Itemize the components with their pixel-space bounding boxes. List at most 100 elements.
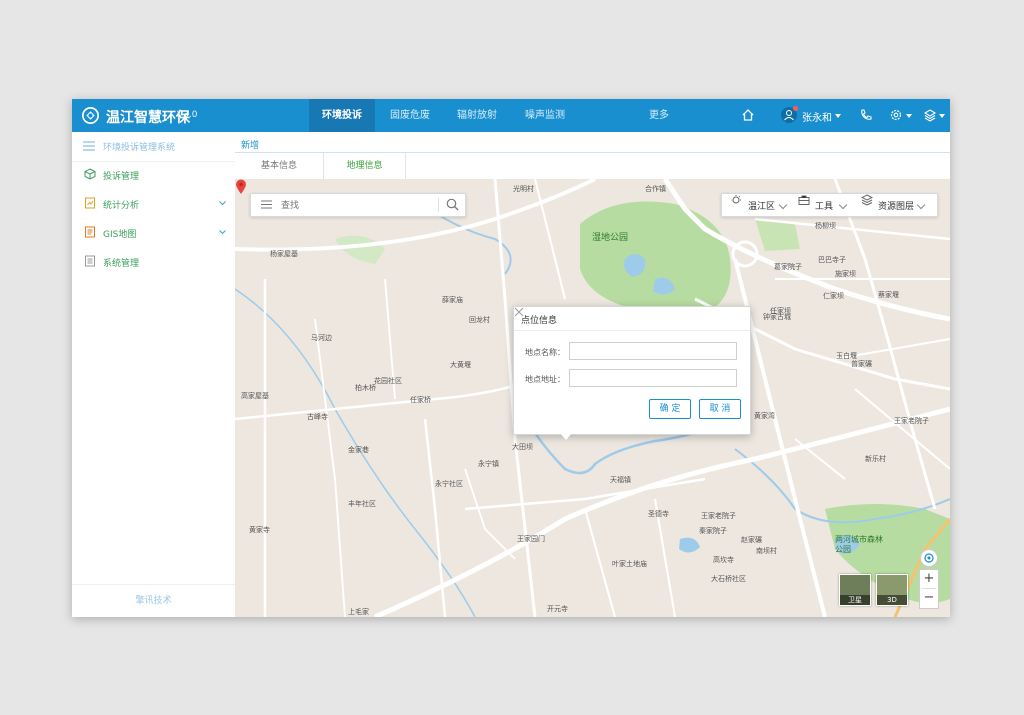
top-navbar: 温江智慧环保 V3.0 环境投诉 固废危废 辐射放射 噪声监测 更多 张永和 [72, 99, 950, 132]
3d-label: 3D [877, 595, 907, 605]
sidebar-item-gis-map[interactable]: GIS地图 [72, 219, 235, 247]
map-label: 赵家碾 [741, 536, 762, 544]
sidebar-header: 环境投诉管理系统 [72, 132, 235, 162]
address-label: 地点地址： [525, 375, 565, 384]
nav-tab-waste[interactable]: 固废危废 [377, 99, 443, 132]
chevron-down-icon[interactable] [778, 200, 788, 210]
sidebar-item-system[interactable]: 系统管理 [72, 248, 235, 276]
settings-caret-icon[interactable] [906, 114, 912, 118]
cancel-button[interactable]: 取 消 [699, 399, 741, 419]
app-window: 温江智慧环保 V3.0 环境投诉 固废危废 辐射放射 噪声监测 更多 张永和 环… [72, 99, 950, 617]
map-label: 黄家寺 [249, 526, 270, 534]
phone-icon[interactable] [859, 108, 873, 122]
toolbox-icon [798, 195, 810, 205]
map-label: 王家园门 [517, 535, 545, 543]
app-version: V3.0 [177, 110, 198, 120]
map-label: 叶家土地庙 [612, 560, 647, 568]
map-label: 合作镇 [645, 185, 666, 193]
breadcrumb: 新增 [241, 141, 260, 151]
map-label: 杨柳坝 [815, 222, 836, 230]
map-label: 光明村 [513, 185, 534, 193]
sidebar-item-label: 投诉管理 [103, 172, 140, 182]
chevron-down-icon [219, 201, 226, 206]
home-icon[interactable] [741, 108, 755, 122]
menu-icon[interactable] [261, 200, 272, 209]
map-label: 黄家湾 [754, 412, 775, 420]
map-label: 永宁社区 [435, 480, 463, 488]
map-label: 上毛家 [348, 608, 369, 616]
tab-geo-info[interactable]: 地理信息 [324, 153, 406, 180]
map-label: 曾家碾 [851, 360, 872, 368]
nav-tab-more[interactable]: 更多 [626, 99, 692, 132]
tab-basic-info[interactable]: 基本信息 [235, 153, 324, 179]
map-label: 王家老院子 [894, 417, 929, 425]
sidebar-item-statistics[interactable]: 统计分析 [72, 190, 235, 218]
map-label: 蔡家堰 [878, 291, 899, 299]
dialog-pointer [560, 433, 572, 440]
layers-caret-icon[interactable] [939, 114, 945, 118]
chevron-down-icon[interactable] [838, 200, 848, 210]
sidebar-item-complaints[interactable]: 投诉管理 [72, 161, 235, 189]
map-label: 葛家院子 [774, 263, 802, 271]
map-label: 钟家古城 [763, 313, 791, 321]
zoom-out-button[interactable]: − [920, 589, 938, 607]
map-label: 柏木桥 [355, 384, 376, 392]
name-label: 地点名称： [525, 348, 565, 357]
nav-tab-radiation[interactable]: 辐射放射 [444, 99, 510, 132]
map-label: 施家坝 [835, 270, 856, 278]
map-doc-icon [85, 226, 95, 238]
weather-icon [731, 195, 741, 204]
nav-tab-noise[interactable]: 噪声监测 [512, 99, 578, 132]
map-label: 大黄堰 [450, 361, 471, 369]
user-name[interactable]: 张永和 [802, 109, 832, 124]
user-caret-icon[interactable] [835, 114, 841, 118]
map-view[interactable]: 光明村 合作镇 杨家屋基 薛家庙 回龙村 马河边 花园社区 柏木桥 任家桥 古峰… [235, 179, 950, 617]
map-label: 王家老院子 [701, 512, 736, 520]
chevron-down-icon[interactable] [916, 200, 926, 210]
location-address-field[interactable] [569, 369, 737, 387]
dialog-title: 点位信息 [521, 316, 558, 326]
map-label: 秦家院子 [699, 527, 727, 535]
layers-icon[interactable] [923, 108, 937, 122]
zoom-in-button[interactable]: + [920, 570, 938, 588]
satellite-toggle[interactable]: 卫星 [839, 574, 871, 606]
map-label: 高坎寺 [713, 556, 734, 564]
menu-toggle-icon[interactable] [83, 141, 95, 151]
district-selector[interactable]: 温江区 [748, 199, 775, 212]
3d-toggle[interactable]: 3D [876, 574, 908, 606]
map-search-input[interactable] [279, 197, 433, 214]
confirm-button[interactable]: 确 定 [649, 399, 691, 419]
layers-menu[interactable]: 资源图层 [878, 199, 914, 212]
tools-menu[interactable]: 工具 [815, 199, 833, 212]
map-park-label: 两河城市森林公园 [835, 535, 883, 554]
layers-icon [861, 194, 873, 206]
sidebar-item-label: 系统管理 [103, 259, 140, 269]
map-label: 丰年社区 [348, 500, 376, 508]
map-label: 高家屋基 [241, 392, 269, 400]
location-name-field[interactable] [569, 342, 737, 360]
map-label: 南坝村 [756, 547, 777, 555]
settings-icon[interactable] [889, 108, 903, 122]
map-label: 薛家庙 [442, 296, 463, 304]
close-icon[interactable] [514, 307, 524, 317]
map-label: 大石桥社区 [711, 575, 746, 583]
cube-icon [84, 168, 96, 180]
sidebar-item-label: 统计分析 [103, 201, 140, 211]
map-label: 回龙村 [469, 316, 490, 324]
location-pin-icon[interactable] [235, 179, 247, 195]
map-label: 古峰寺 [307, 413, 328, 421]
map-label: 金家巷 [348, 446, 369, 454]
map-toolbar: 温江区 工具 资源图层 [721, 193, 938, 217]
map-label: 巴巴寺子 [818, 256, 846, 264]
nav-tab-complaint[interactable]: 环境投诉 [309, 99, 375, 132]
divider [438, 198, 439, 212]
sidebar-footer: 擎讯技术 [72, 584, 235, 617]
map-label: 花园社区 [374, 377, 402, 385]
locate-icon[interactable] [920, 549, 938, 567]
map-search [250, 193, 466, 217]
search-icon[interactable] [446, 198, 459, 211]
sidebar-item-label: GIS地图 [103, 230, 137, 240]
divider [514, 330, 750, 331]
sidebar: 环境投诉管理系统 投诉管理 统计分析 GIS地图 系统管理 擎讯技术 [72, 132, 236, 617]
map-label: 任家桥 [410, 396, 431, 404]
